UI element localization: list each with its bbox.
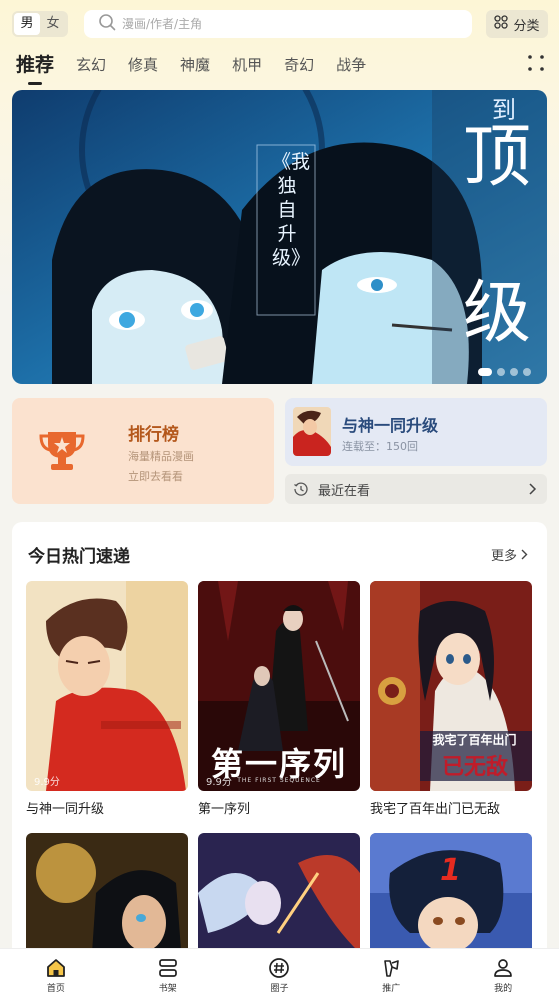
comic-card[interactable]: 第一序列 THE FIRST SEQUENCE 9.9分 [198, 581, 360, 791]
banner-dot[interactable] [478, 368, 492, 376]
nav-label: 首页 [46, 984, 65, 994]
comic-score: 9.9分 [34, 777, 60, 788]
nav-label: 推广 [382, 984, 401, 994]
banner-pagination [478, 368, 531, 376]
tab-shenmo[interactable]: 神魔 [180, 52, 210, 78]
nav-bookshelf[interactable]: 书架 [112, 949, 224, 995]
trophy-icon [38, 428, 86, 472]
nav-home[interactable]: 首页 [0, 949, 112, 995]
comic-card[interactable]: 9.9分 [26, 581, 188, 791]
gender-male-option[interactable]: 男 [14, 13, 40, 35]
comic-cover-image [26, 833, 188, 962]
community-icon [269, 958, 290, 978]
nav-promote[interactable]: 推广 [335, 949, 447, 995]
banner-title-char: 级 [462, 274, 531, 353]
chevron-right-icon [521, 549, 528, 560]
bottom-navigation: 首页 书架 圈子 推广 我的 [0, 948, 559, 995]
comic-card[interactable] [26, 833, 188, 962]
banner-dot[interactable] [497, 368, 505, 376]
recent-reading-bar[interactable]: 最近在看 [285, 474, 547, 504]
more-link[interactable]: 更多 [491, 545, 528, 564]
ranking-card[interactable]: 排行榜 海量精品漫画 立即去看看 [12, 398, 274, 504]
banner-title: 顶 级 [452, 110, 542, 362]
nav-community[interactable]: 圈子 [224, 949, 336, 995]
search-bar[interactable] [84, 10, 472, 38]
comic-cover-image [198, 833, 360, 962]
more-label: 更多 [491, 549, 518, 564]
banner-title-char: 顶 [462, 118, 531, 197]
ranking-subtitle: 海量精品漫画 [128, 450, 194, 463]
recent-reading-label: 最近在看 [318, 483, 371, 499]
tab-zhanzheng[interactable]: 战争 [336, 52, 366, 78]
continue-reading-card[interactable]: 与神一同升级 连载至：150回 [285, 398, 547, 466]
tab-jijia[interactable]: 机甲 [232, 52, 262, 78]
history-progress: 连载至：150回 [342, 440, 418, 453]
history-title: 与神一同升级 [342, 416, 439, 435]
comic-title[interactable]: 我宅了百年出门已无敌 [370, 798, 500, 817]
hot-today-section: 今日热门速递 更多 9.9分 与神一同升级 第一序列 THE FIRST SEQ… [12, 522, 547, 962]
comic-card[interactable] [198, 833, 360, 962]
clock-icon [294, 482, 308, 496]
comic-title[interactable]: 与神一同升级 [26, 798, 104, 817]
comic-card[interactable]: 1 [370, 833, 532, 962]
promote-icon [384, 960, 400, 977]
search-input[interactable] [122, 17, 452, 31]
chevron-right-icon [529, 483, 537, 495]
nav-profile[interactable]: 我的 [447, 949, 559, 995]
ranking-title: 排行榜 [128, 425, 179, 445]
genre-tabs: 推荐 玄幻 修真 神魔 机甲 奇幻 战争 [16, 48, 388, 78]
profile-icon [494, 959, 512, 977]
section-title: 今日热门速递 [28, 547, 130, 567]
comic-title[interactable]: 第一序列 [198, 798, 250, 817]
banner-dot[interactable] [523, 368, 531, 376]
tab-xuanhuan[interactable]: 玄幻 [76, 52, 106, 78]
bookshelf-icon [158, 959, 177, 977]
grid-icon [494, 15, 509, 33]
nav-label: 书架 [158, 984, 177, 994]
tab-xiuzhen[interactable]: 修真 [128, 52, 158, 78]
comic-card[interactable]: 我宅了百年出门 已无敌 [370, 581, 532, 791]
cover-logo-text: 我宅了百年出门 [432, 733, 517, 747]
nav-label: 我的 [494, 984, 513, 994]
tab-qihuan[interactable]: 奇幻 [284, 52, 314, 78]
gender-female-option[interactable]: 女 [40, 13, 66, 35]
featured-banner[interactable]: 《我独自升级》 到 顶 级 [12, 90, 547, 384]
category-label: 分类 [513, 18, 540, 34]
cover-badge-number: 1 [440, 853, 461, 888]
ranking-action[interactable]: 立即去看看 [128, 468, 183, 484]
nav-label: 圈子 [270, 984, 289, 994]
gender-toggle[interactable]: 男 女 [12, 11, 68, 37]
comic-score: 9.9分 [206, 777, 232, 788]
banner-dot[interactable] [510, 368, 518, 376]
comic-cover-image [26, 581, 188, 791]
search-icon [98, 13, 116, 35]
more-tabs-icon[interactable] [527, 54, 545, 72]
home-icon [46, 959, 65, 977]
history-cover-image [293, 407, 331, 456]
tab-recommend[interactable]: 推荐 [16, 52, 54, 78]
banner-subtitle: 《我独自升级》 [272, 151, 311, 269]
category-button[interactable]: 分类 [486, 10, 548, 38]
cover-logo-main: 已无敌 [442, 754, 509, 780]
